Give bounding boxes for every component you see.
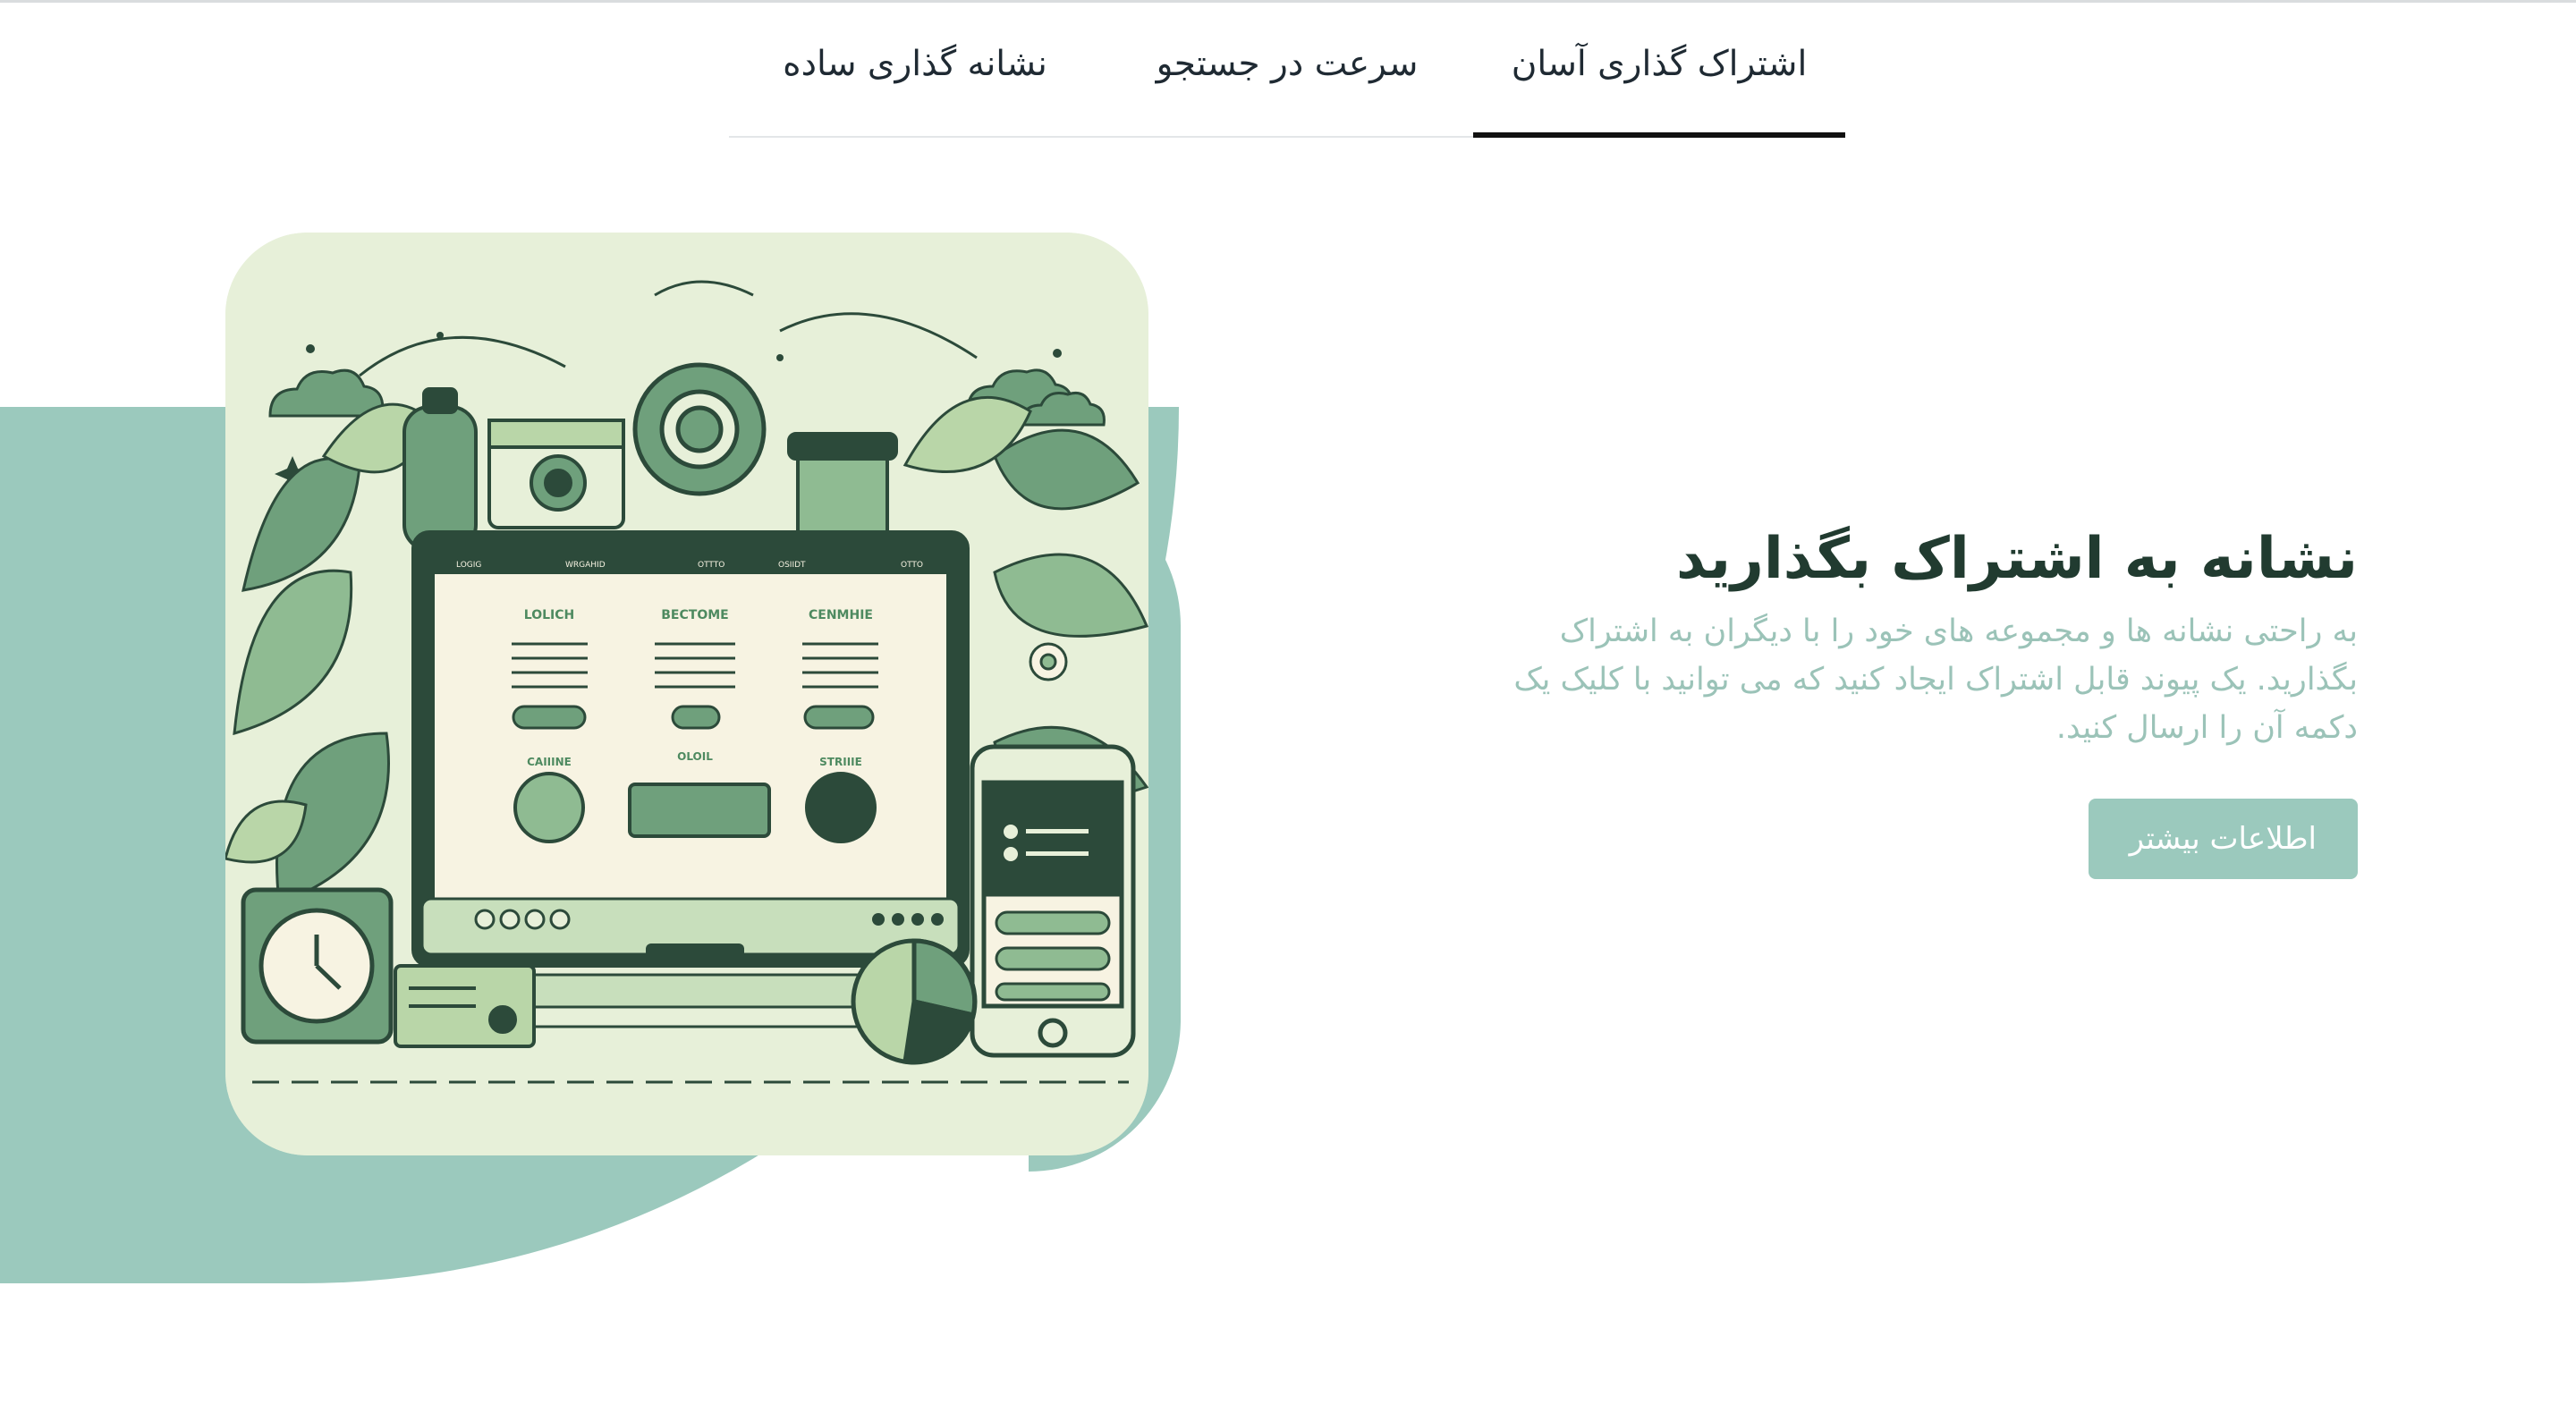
screen-widgets [513,772,877,843]
svg-text:OTTO: OTTO [901,561,923,570]
flower-icon [1029,642,1068,681]
phone-icon [970,744,1136,1058]
svg-text:OSIIDT: OSIIDT [778,561,806,570]
tab-search-speed[interactable]: سرعت در جستجو [1101,0,1473,136]
hero-content: نشانه به اشتراک بگذارید به راحتی نشانه ه… [1499,523,2358,879]
camera-icon [487,419,625,529]
radio-icon [394,964,536,1048]
page: اشتراک گذاری آسان سرعت در جستجو نشانه گذ… [0,0,2576,1413]
bottle-icon [402,387,478,552]
svg-text:STRIIIE: STRIIIE [819,756,862,768]
tab-simple-bookmarking[interactable]: نشانه گذاری ساده [729,0,1101,136]
svg-text:LOGIG: LOGIG [456,561,481,570]
svg-text:BECTOME: BECTOME [661,608,728,622]
svg-text:OTTTO: OTTTO [698,561,724,570]
learn-more-button[interactable]: اطلاعات بیشتر [2088,799,2358,879]
tab-label: سرعت در جستجو [1156,43,1419,84]
hero-description: به راحتی نشانه ها و مجموعه های خود را با… [1513,613,2358,746]
hero-title: نشانه به اشتراک بگذارید [1676,526,2358,592]
svg-text:OLOIL: OLOIL [677,750,713,763]
jar-icon [787,432,898,547]
svg-text:CAIIINE: CAIIINE [527,756,572,768]
svg-text:CENMHIE: CENMHIE [809,608,873,622]
hero-illustration: LOGIG WRGAHID OTTTO OSIIDT OTTO LOLICH B… [225,233,1148,1155]
tab-label: اشتراک گذاری آسان [1511,43,1808,84]
wreath-icon [632,362,767,496]
tab-label: نشانه گذاری ساده [783,43,1047,84]
screen-buttons [512,705,875,730]
pie-chart-icon [851,938,978,1065]
hero-action: اطلاعات بیشتر [1499,752,2358,879]
tab-easy-sharing[interactable]: اشتراک گذاری آسان [1473,0,1845,138]
devices-illustration: LOGIG WRGAHID OTTTO OSIIDT OTTO LOLICH B… [225,233,1148,1155]
feature-tabs: اشتراک گذاری آسان سرعت در جستجو نشانه گذ… [729,0,1845,138]
svg-text:LOLICH: LOLICH [524,608,574,622]
svg-text:WRGAHID: WRGAHID [565,561,606,570]
clock-icon [241,887,394,1045]
